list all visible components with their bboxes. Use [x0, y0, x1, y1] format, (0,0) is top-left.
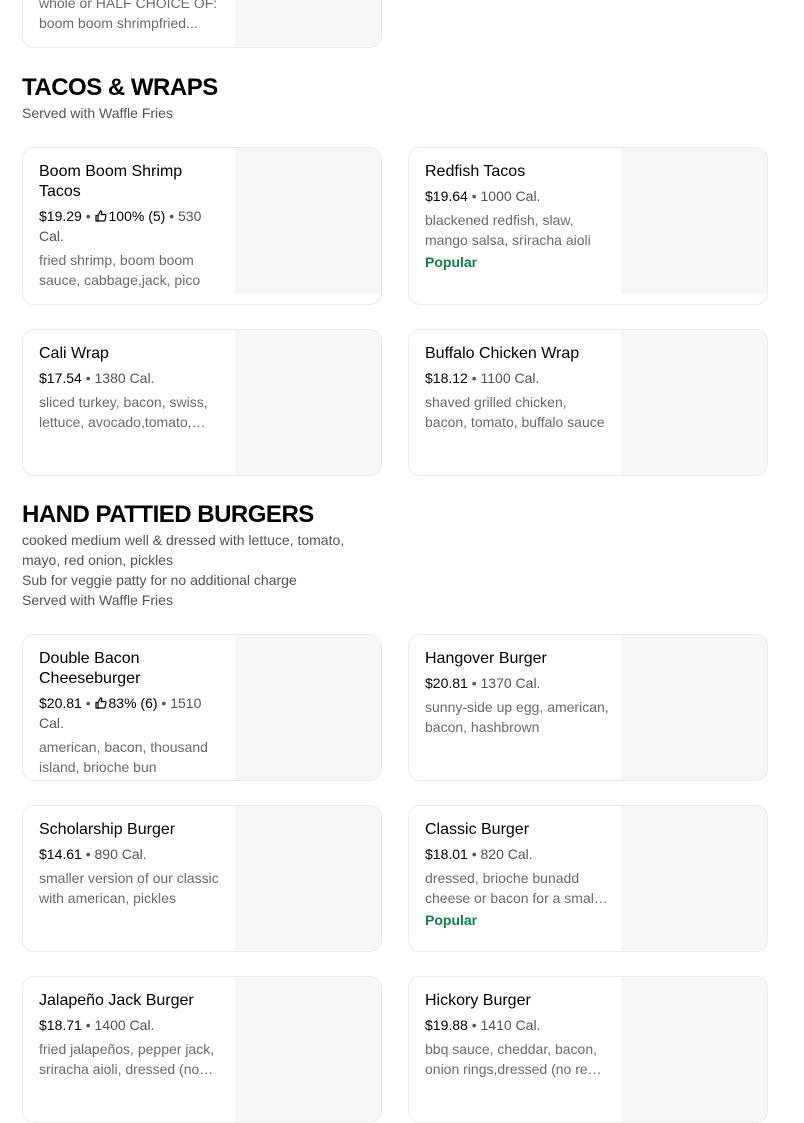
item-description: dressed, brioche bunadd cheese or bacon … — [425, 870, 597, 906]
item-calories: 1400 Cal. — [94, 1017, 155, 1033]
menu-item-card-previous[interactable]: whole or HALF CHOICE OF: boom boom shrim… — [22, 0, 382, 48]
item-price: $19.64 — [425, 188, 468, 204]
item-meta: $19.64 • 1000 Cal. — [425, 188, 541, 204]
menu-item-card[interactable]: Hickory Burger $19.88 • 1410 Cal. bbq sauc… — [408, 976, 768, 1123]
item-price: $18.12 — [425, 370, 468, 386]
item-name: Double Bacon Cheeseburger — [39, 650, 141, 687]
item-description: fried shrimp, boom boom sauce, cabbage,j… — [39, 252, 201, 288]
thumbs-up-icon — [94, 207, 107, 222]
item-image-placeholder — [235, 977, 381, 1122]
item-rating: 83% (6) — [108, 695, 158, 711]
menu-item-card[interactable]: Boom Boom Shrimp Tacos $19.29 • 100% (5) … — [22, 147, 382, 305]
item-image-placeholder — [621, 806, 767, 951]
item-meta: $18.71 • 1400 Cal. — [39, 1017, 155, 1033]
section-subtitle-line: Served with Waffle Fries — [22, 592, 173, 608]
item-calories: 1380 Cal. — [94, 370, 155, 386]
item-image-placeholder — [621, 977, 767, 1122]
item-price: $17.54 — [39, 370, 82, 386]
item-image-placeholder — [235, 635, 381, 780]
menu-item-card[interactable]: Jalapeño Jack Burger $18.71 • 1400 Cal. fr… — [22, 976, 382, 1123]
item-rating: 100% (5) — [108, 208, 166, 224]
item-image-placeholder — [235, 0, 381, 47]
section-title: TACOS & WRAPS — [22, 74, 218, 101]
menu-item-card[interactable]: Double Bacon Cheeseburger $20.81 • 83% (6… — [22, 634, 382, 781]
item-price: $14.61 — [39, 846, 82, 862]
item-image-placeholder — [235, 330, 381, 475]
item-description: fried jalapeños, pepper jack, sriracha a… — [39, 1041, 215, 1077]
item-description: whole or HALF CHOICE OF: boom boom shrim… — [39, 0, 218, 31]
thumbs-up-icon — [94, 694, 107, 709]
section-title: HAND PATTIED BURGERS — [22, 501, 314, 528]
item-calories: 890 Cal. — [94, 846, 147, 862]
item-meta: $17.54 • 1380 Cal. — [39, 370, 155, 386]
item-name: Boom Boom Shrimp Tacos — [39, 163, 183, 200]
menu-item-card[interactable]: Buffalo Chicken Wrap $18.12 • 1100 Cal. sh… — [408, 329, 768, 476]
section-hand-pattied-burgers: HAND PATTIED BURGERS cooked medium well … — [22, 501, 782, 610]
item-image-placeholder — [621, 330, 767, 475]
item-image-placeholder — [621, 148, 767, 294]
item-meta: $18.01 • 820 Cal. — [425, 846, 533, 862]
section-subtitle-line: Sub for veggie patty for no additional c… — [22, 572, 297, 588]
item-calories: 1410 Cal. — [480, 1017, 541, 1033]
menu-item-card[interactable]: Redfish Tacos $19.64 • 1000 Cal. blackened… — [408, 147, 768, 305]
menu-item-card[interactable]: Hangover Burger $20.81 • 1370 Cal. sunny-s… — [408, 634, 768, 781]
item-calories: 1000 Cal. — [480, 188, 541, 204]
item-name: Buffalo Chicken Wrap — [425, 345, 580, 362]
item-description: sliced turkey, bacon, swiss, lettuce, av… — [39, 394, 208, 430]
item-meta: $19.29 • 100% (5) • 530 Cal. — [39, 207, 202, 244]
item-name: Classic Burger — [425, 821, 530, 838]
item-calories: 1100 Cal. — [480, 370, 540, 386]
section-tacos-wraps: TACOS & WRAPS Served with Waffle Fries — [22, 74, 782, 123]
item-image-placeholder — [621, 635, 767, 780]
section-subtitle-line: mayo, red onion, pickles — [22, 552, 173, 568]
item-meta: $18.12 • 1100 Cal. — [425, 370, 540, 386]
item-description: smaller version of our classic with amer… — [39, 870, 219, 906]
item-description: bbq sauce, cheddar, bacon, onion rings,d… — [425, 1041, 598, 1077]
item-image-placeholder — [235, 806, 381, 951]
item-name: Jalapeño Jack Burger — [39, 992, 194, 1009]
item-calories: 1370 Cal. — [480, 675, 541, 691]
section-subtitle: Served with Waffle Fries — [22, 105, 173, 121]
item-description: blackened redfish, slaw, mango salsa, sr… — [425, 212, 591, 248]
menu-item-card[interactable]: Cali Wrap $17.54 • 1380 Cal. sliced turkey… — [22, 329, 382, 476]
item-image-placeholder — [235, 148, 381, 294]
item-price: $20.81 — [425, 675, 468, 691]
popular-badge: Popular — [425, 254, 478, 270]
item-name: Cali Wrap — [39, 345, 109, 362]
item-name: Hickory Burger — [425, 992, 531, 1009]
item-meta: $19.88 • 1410 Cal. — [425, 1017, 541, 1033]
item-price: $19.88 — [425, 1017, 468, 1033]
item-meta: $20.81 • 83% (6) • 1510 Cal. — [39, 694, 202, 731]
item-price: $19.29 — [39, 208, 82, 224]
item-description: american, bacon, thousand island, brioch… — [39, 739, 208, 775]
popular-badge: Popular — [425, 912, 478, 928]
item-description: sunny-side up egg, american, bacon, hash… — [425, 699, 609, 735]
item-calories: 820 Cal. — [480, 846, 533, 862]
item-price: $20.81 — [39, 695, 82, 711]
menu-item-card[interactable]: Classic Burger $18.01 • 820 Cal. dressed, … — [408, 805, 768, 952]
item-name: Scholarship Burger — [39, 821, 176, 838]
item-price: $18.71 — [39, 1017, 82, 1033]
section-subtitle-line: cooked medium well & dressed with lettuc… — [22, 532, 345, 548]
item-meta: $14.61 • 890 Cal. — [39, 846, 147, 862]
item-description: shaved grilled chicken, bacon, tomato, b… — [425, 394, 605, 430]
item-meta: $20.81 • 1370 Cal. — [425, 675, 541, 691]
menu-item-card[interactable]: Scholarship Burger $14.61 • 890 Cal. small… — [22, 805, 382, 952]
item-price: $18.01 — [425, 846, 468, 862]
item-name: Hangover Burger — [425, 650, 547, 667]
item-name: Redfish Tacos — [425, 163, 526, 180]
